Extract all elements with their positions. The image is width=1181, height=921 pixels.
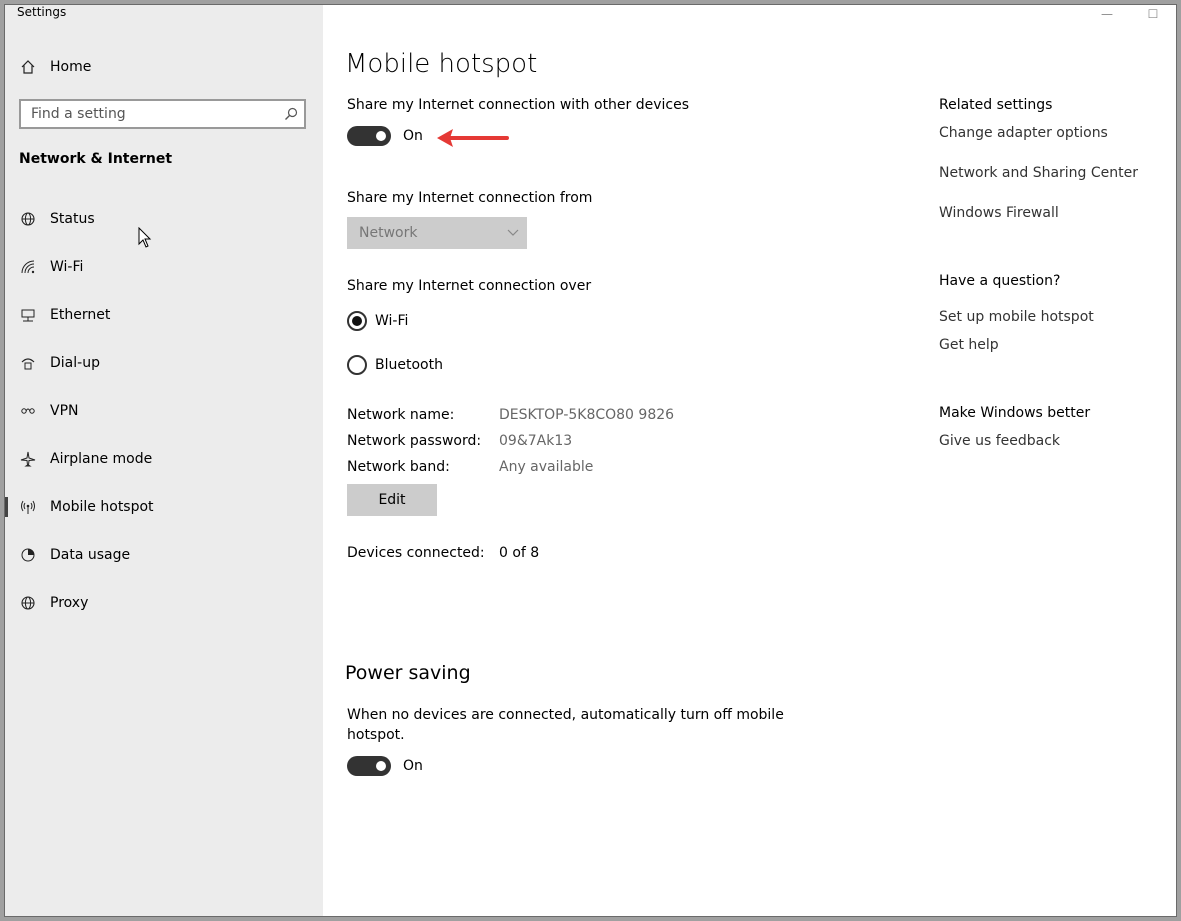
sidebar: Settings Home Network & Internet Status xyxy=(5,5,323,916)
question-heading: Have a question? xyxy=(939,273,1061,289)
sidebar-item-label: Wi-Fi xyxy=(50,259,84,275)
network-password-value: 09&7Ak13 xyxy=(499,433,573,449)
wifi-icon xyxy=(19,258,37,276)
home-label: Home xyxy=(50,59,92,75)
link-windows-firewall[interactable]: Windows Firewall xyxy=(939,205,1059,221)
sidebar-item-airplane-mode[interactable]: Airplane mode xyxy=(5,439,323,479)
sidebar-item-label: Ethernet xyxy=(50,307,111,323)
sidebar-item-label: Dial-up xyxy=(50,355,100,371)
radio-option-bluetooth[interactable]: Bluetooth xyxy=(347,355,443,375)
airplane-icon xyxy=(19,450,37,468)
devices-connected-label: Devices connected: xyxy=(347,545,485,561)
power-saving-desc-line2: hotspot. xyxy=(347,727,405,743)
related-panel: Related settings Change adapter options … xyxy=(939,5,1169,916)
window-title: Settings xyxy=(17,5,67,19)
mouse-cursor-icon xyxy=(138,227,152,248)
sidebar-item-dialup[interactable]: Dial-up xyxy=(5,343,323,383)
link-get-help[interactable]: Get help xyxy=(939,337,999,353)
main-panel: Mobile hotspot Share my Internet connect… xyxy=(323,5,903,916)
proxy-globe-icon xyxy=(19,594,37,612)
home-nav-item[interactable]: Home xyxy=(19,55,91,79)
search-input[interactable] xyxy=(21,101,281,127)
sidebar-item-label: Airplane mode xyxy=(50,451,153,467)
settings-window: Settings Home Network & Internet Status xyxy=(4,4,1177,917)
from-dropdown[interactable]: Network xyxy=(347,217,527,249)
make-windows-better-heading: Make Windows better xyxy=(939,405,1091,421)
wifi-radio-label: Wi-Fi xyxy=(375,313,409,329)
search-icon[interactable] xyxy=(284,106,298,120)
sidebar-item-proxy[interactable]: Proxy xyxy=(5,583,323,623)
power-saving-desc-line1: When no devices are connected, automatic… xyxy=(347,707,784,723)
section-title: Network & Internet xyxy=(19,151,173,167)
sidebar-item-label: Proxy xyxy=(50,595,89,611)
power-saving-toggle-state: On xyxy=(403,758,423,774)
sidebar-item-label: VPN xyxy=(50,403,79,419)
chevron-down-icon xyxy=(507,229,519,236)
sidebar-item-mobile-hotspot[interactable]: Mobile hotspot xyxy=(5,487,323,527)
link-give-feedback[interactable]: Give us feedback xyxy=(939,433,1060,449)
power-saving-toggle[interactable] xyxy=(347,756,391,776)
vpn-icon xyxy=(19,402,37,420)
power-saving-title: Power saving xyxy=(345,662,471,684)
share-label: Share my Internet connection with other … xyxy=(347,97,690,113)
from-dropdown-value: Network xyxy=(359,225,418,241)
ethernet-icon xyxy=(19,306,37,324)
network-band-label: Network band: xyxy=(347,459,450,475)
sidebar-item-ethernet[interactable]: Ethernet xyxy=(5,295,323,335)
bluetooth-radio-label: Bluetooth xyxy=(375,357,443,373)
link-network-sharing-center[interactable]: Network and Sharing Center xyxy=(939,165,1138,181)
page-title: Mobile hotspot xyxy=(345,49,538,79)
devices-connected-value: 0 of 8 xyxy=(499,545,540,561)
from-label: Share my Internet connection from xyxy=(347,190,593,206)
radio-option-wifi[interactable]: Wi-Fi xyxy=(347,311,408,331)
globe-status-icon xyxy=(19,210,37,228)
hotspot-icon xyxy=(19,498,37,516)
sidebar-item-vpn[interactable]: VPN xyxy=(5,391,323,431)
sidebar-item-data-usage[interactable]: Data usage xyxy=(5,535,323,575)
sidebar-item-wifi[interactable]: Wi-Fi xyxy=(5,247,323,287)
network-band-value: Any available xyxy=(499,459,594,475)
data-usage-icon xyxy=(19,546,37,564)
share-toggle-state: On xyxy=(403,128,423,144)
edit-button[interactable]: Edit xyxy=(347,484,437,516)
wifi-radio[interactable] xyxy=(347,311,367,331)
dialup-icon xyxy=(19,354,37,372)
annotation-arrow-icon xyxy=(437,129,509,147)
bluetooth-radio[interactable] xyxy=(347,355,367,375)
related-settings-heading: Related settings xyxy=(939,97,1053,113)
network-password-label: Network password: xyxy=(347,433,482,449)
over-label: Share my Internet connection over xyxy=(347,278,592,294)
link-setup-mobile-hotspot[interactable]: Set up mobile hotspot xyxy=(939,309,1094,325)
sidebar-item-label: Mobile hotspot xyxy=(50,499,154,515)
link-change-adapter-options[interactable]: Change adapter options xyxy=(939,125,1108,141)
network-name-value: DESKTOP-5K8CO80 9826 xyxy=(499,407,675,423)
sidebar-item-label: Status xyxy=(50,211,95,227)
home-icon xyxy=(19,58,37,76)
sidebar-item-status[interactable]: Status xyxy=(5,199,323,239)
search-box[interactable] xyxy=(19,99,306,129)
share-toggle[interactable] xyxy=(347,126,391,146)
sidebar-item-label: Data usage xyxy=(50,547,131,563)
network-name-label: Network name: xyxy=(347,407,455,423)
